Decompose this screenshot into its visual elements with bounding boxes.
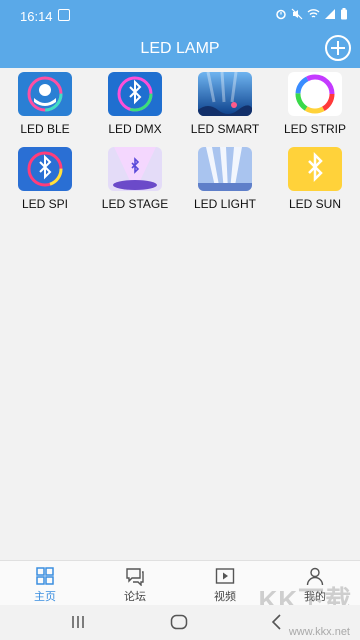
app-label: LED DMX [108, 122, 162, 136]
app-tile-led-spi[interactable]: LED SPI [0, 145, 90, 215]
app-tile-led-sun[interactable]: LED SUN [270, 145, 360, 215]
bluetooth-ring-icon [108, 72, 162, 116]
app-label: LED SPI [21, 197, 69, 211]
status-bar: 16:14 [0, 0, 360, 30]
app-tile-led-strip[interactable]: LED STRIP [270, 70, 360, 140]
status-icons [275, 8, 348, 20]
stage-spotlight-icon [108, 147, 162, 191]
alarm-icon [276, 9, 286, 20]
app-tile-led-dmx[interactable]: LED DMX [90, 70, 180, 140]
bluetooth-rainbow-icon [18, 147, 72, 191]
back-button[interactable] [270, 614, 282, 630]
video-icon [215, 568, 235, 584]
wifi-icon [307, 9, 320, 18]
tab-home[interactable]: 主页 [0, 561, 90, 606]
tab-label: 主页 [34, 591, 56, 603]
app-label: LED SUN [288, 197, 341, 211]
mute-icon [291, 8, 303, 20]
app-label: LED LIGHT [193, 197, 256, 211]
signal-icon [325, 9, 335, 19]
stage-beams-icon [198, 147, 252, 191]
underwater-scene-icon [198, 72, 252, 116]
tab-label: 视频 [214, 591, 236, 603]
add-device-button[interactable] [324, 34, 352, 62]
status-time: 16:14 [20, 9, 53, 24]
forum-icon [126, 568, 144, 586]
hands-bulb-icon [18, 72, 72, 116]
app-label: LED STAGE [101, 197, 169, 211]
tab-video[interactable]: 视频 [180, 561, 270, 606]
bluetooth-yellow-icon [288, 147, 342, 191]
app-label: LED STRIP [283, 122, 346, 136]
page-title: LED LAMP [140, 40, 220, 57]
watermark-url: www.kkx.net [288, 626, 350, 638]
rainbow-ring-light-icon [288, 72, 342, 116]
app-label: LED SMART [190, 122, 260, 136]
app-bar: LED LAMP [0, 30, 360, 68]
battery-icon [341, 8, 347, 20]
app-tile-led-light[interactable]: LED LIGHT [180, 145, 270, 215]
tab-label: 论坛 [124, 591, 146, 603]
app-tile-led-stage[interactable]: LED STAGE [90, 145, 180, 215]
home-button[interactable] [170, 614, 188, 630]
home-grid-icon [36, 567, 54, 585]
recents-button[interactable] [70, 614, 86, 630]
app-tile-led-smart[interactable]: LED SMART [180, 70, 270, 140]
tab-forum[interactable]: 论坛 [90, 561, 180, 606]
app-label: LED BLE [20, 122, 70, 136]
notification-icon [58, 9, 70, 21]
app-tile-led-ble[interactable]: LED BLE [0, 70, 90, 140]
